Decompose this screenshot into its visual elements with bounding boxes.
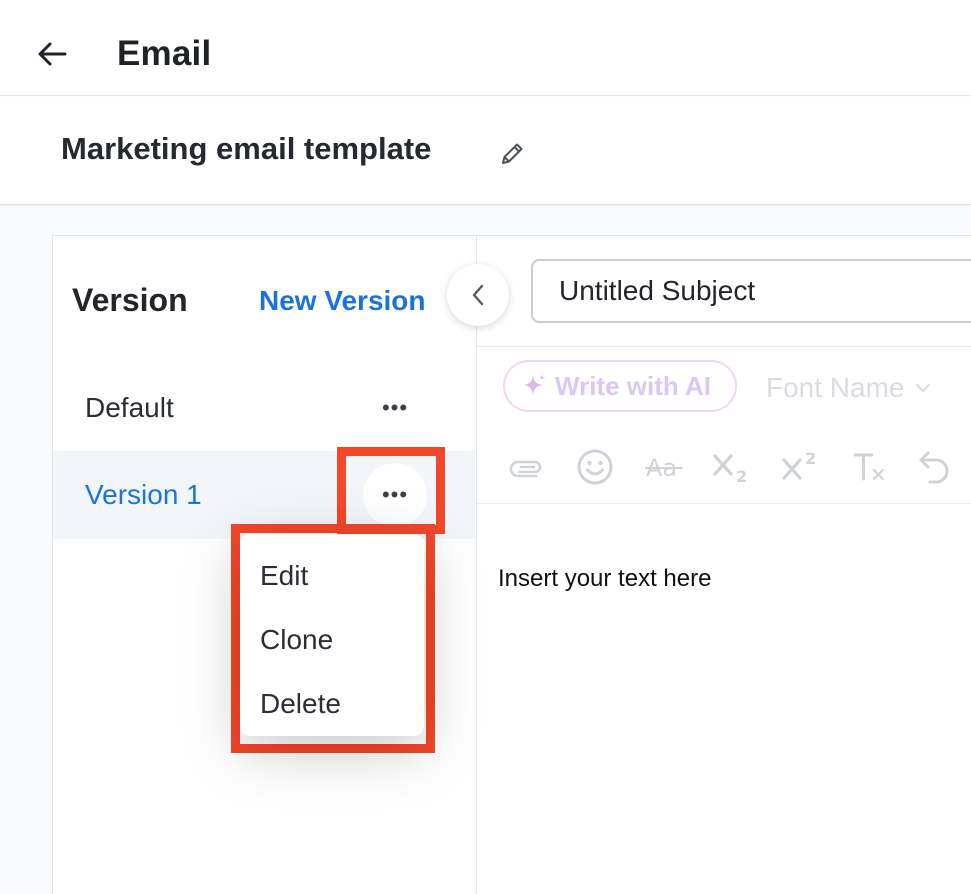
back-button[interactable] xyxy=(34,36,70,72)
menu-item-edit[interactable]: Edit xyxy=(260,560,308,592)
write-with-ai-label: Write with AI xyxy=(555,370,711,401)
new-version-button[interactable]: New Version xyxy=(259,285,426,317)
clear-format-button[interactable] xyxy=(850,445,890,489)
divider xyxy=(477,503,971,504)
chevron-down-icon xyxy=(915,384,930,393)
arrow-left-icon xyxy=(38,42,67,66)
subscript-button[interactable]: 2 xyxy=(712,445,752,489)
pencil-icon xyxy=(502,143,523,164)
font-name-value: Font Name xyxy=(766,372,905,403)
sparkle-icon xyxy=(523,374,546,395)
version-context-menu: Edit Clone Delete xyxy=(240,534,424,736)
attachment-button[interactable] xyxy=(507,445,547,489)
template-name: Marketing email template xyxy=(61,131,432,166)
version-label: Default xyxy=(85,392,174,423)
subscript-icon: 2 xyxy=(713,454,747,484)
top-bar: Email xyxy=(0,0,971,96)
superscript-icon: 2 xyxy=(782,450,816,480)
edit-template-name-button[interactable] xyxy=(497,139,527,169)
emoji-button[interactable] xyxy=(575,445,615,489)
email-body-placeholder[interactable]: Insert your text here xyxy=(498,565,711,593)
svg-text:2: 2 xyxy=(736,467,747,484)
clear-format-icon xyxy=(853,453,884,481)
version-label: Version 1 xyxy=(85,479,202,510)
menu-item-delete[interactable]: Delete xyxy=(260,688,341,720)
versions-heading: Version xyxy=(72,282,188,318)
emoji-icon xyxy=(577,449,613,485)
superscript-button[interactable]: 2 xyxy=(781,445,821,489)
version-item-default[interactable]: Default ••• xyxy=(53,364,476,452)
attachment-icon xyxy=(509,460,542,478)
menu-item-clone[interactable]: Clone xyxy=(260,624,333,656)
version-more-button[interactable]: ••• xyxy=(363,376,427,440)
collapse-panel-button[interactable] xyxy=(447,264,509,326)
strikethrough-icon: Aa xyxy=(645,454,683,482)
template-title-bar: Marketing email template xyxy=(0,97,971,205)
chevron-left-icon xyxy=(472,284,484,306)
subject-input[interactable] xyxy=(531,259,971,323)
svg-text:2: 2 xyxy=(805,450,816,468)
undo-icon xyxy=(919,451,949,484)
more-horizontal-icon: ••• xyxy=(381,395,409,420)
strikethrough-button[interactable]: Aa xyxy=(644,445,684,489)
write-with-ai-button[interactable]: Write with AI xyxy=(503,360,737,412)
divider xyxy=(477,346,971,347)
highlight-more-button xyxy=(337,447,445,534)
font-name-select[interactable]: Font Name xyxy=(766,372,931,404)
page-title: Email xyxy=(117,34,212,73)
undo-button[interactable] xyxy=(917,445,953,489)
